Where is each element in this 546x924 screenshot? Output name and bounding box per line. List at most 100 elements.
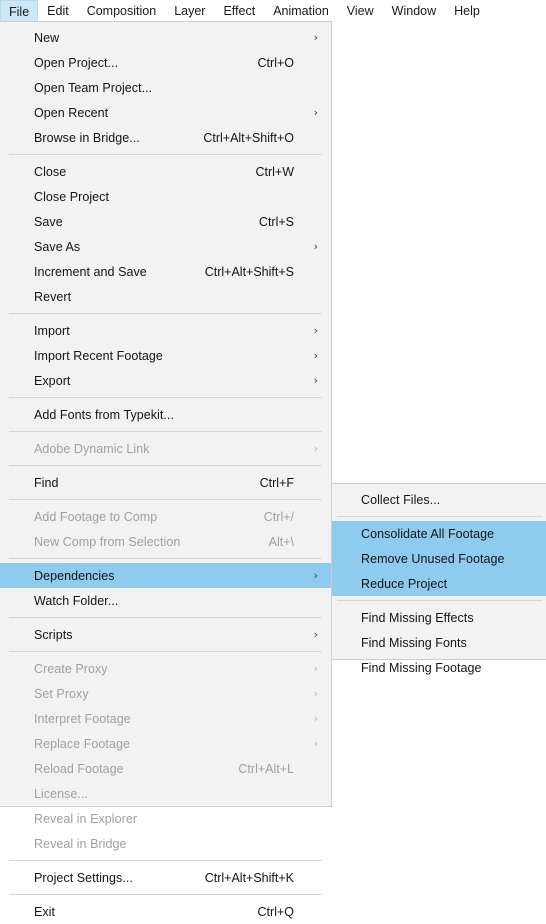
- menu-item-label: Watch Folder...: [34, 593, 119, 608]
- menu-separator: [9, 465, 322, 466]
- menu-separator: [337, 600, 542, 601]
- menu-separator: [9, 397, 322, 398]
- menu-item-export[interactable]: Export ›: [0, 368, 331, 393]
- menu-item-label: New Comp from Selection: [34, 534, 181, 549]
- chevron-right-icon: ›: [313, 240, 318, 253]
- chevron-right-icon: ›: [313, 442, 318, 455]
- menu-item-label: Reveal in Bridge: [34, 836, 127, 851]
- menu-item-dependencies[interactable]: Dependencies ›: [0, 563, 331, 588]
- chevron-right-icon: ›: [313, 324, 318, 337]
- menu-item-browse-in-bridge[interactable]: Browse in Bridge...Ctrl+Alt+Shift+O›: [0, 125, 331, 150]
- menu-separator: [9, 894, 322, 895]
- menu-item-shortcut: Ctrl+Alt+Shift+O: [203, 130, 294, 145]
- menu-item-label: Interpret Footage: [34, 711, 131, 726]
- menu-item-label: Reduce Project: [361, 576, 448, 591]
- menubar-item-view[interactable]: View: [338, 0, 383, 21]
- menu-item-revert[interactable]: Revert›: [0, 284, 331, 309]
- menu-item-label: Create Proxy: [34, 661, 108, 676]
- menu-item-label: Set Proxy: [34, 686, 89, 701]
- menu-item-consolidate-all-footage[interactable]: Consolidate All Footage›: [332, 521, 546, 546]
- menu-item-reveal-in-explorer: Reveal in Explorer›: [0, 806, 331, 831]
- menu-item-find[interactable]: FindCtrl+F›: [0, 470, 331, 495]
- menu-item-label: Open Project...: [34, 55, 119, 70]
- chevron-right-icon: ›: [313, 687, 318, 700]
- menu-item-label: Open Team Project...: [34, 80, 153, 95]
- menu-item-label: Export: [34, 373, 71, 388]
- menu-separator: [9, 499, 322, 500]
- menu-item-collect-files[interactable]: Collect Files...›: [332, 487, 546, 512]
- menu-item-label: Reload Footage: [34, 761, 124, 776]
- menu-item-label: Increment and Save: [34, 264, 147, 279]
- menu-item-remove-unused-footage[interactable]: Remove Unused Footage›: [332, 546, 546, 571]
- menu-separator: [9, 860, 322, 861]
- menu-item-label: Adobe Dynamic Link: [34, 441, 150, 456]
- menu-item-import[interactable]: Import ›: [0, 318, 331, 343]
- menubar-item-animation[interactable]: Animation: [264, 0, 338, 21]
- menu-item-watch-folder[interactable]: Watch Folder...›: [0, 588, 331, 613]
- menu-item-set-proxy: Set Proxy ›: [0, 681, 331, 706]
- menu-item-replace-footage: Replace Footage ›: [0, 731, 331, 756]
- menu-item-open-recent[interactable]: Open Recent ›: [0, 100, 331, 125]
- menu-item-label: Browse in Bridge...: [34, 130, 140, 145]
- menu-item-label: Add Fonts from Typekit...: [34, 407, 174, 422]
- menu-item-close-project[interactable]: Close Project›: [0, 184, 331, 209]
- menu-item-label: Reveal in Explorer: [34, 811, 138, 826]
- menu-item-save[interactable]: SaveCtrl+S›: [0, 209, 331, 234]
- menu-item-label: Import: [34, 323, 70, 338]
- menu-item-find-missing-footage[interactable]: Find Missing Footage›: [332, 655, 546, 680]
- menu-item-shortcut: Ctrl+S: [258, 214, 294, 229]
- menu-item-close[interactable]: CloseCtrl+W›: [0, 159, 331, 184]
- menu-item-create-proxy: Create Proxy ›: [0, 656, 331, 681]
- menu-item-open-project[interactable]: Open Project...Ctrl+O›: [0, 50, 331, 75]
- chevron-right-icon: ›: [313, 737, 318, 750]
- menu-item-label: Find: [34, 475, 59, 490]
- chevron-right-icon: ›: [313, 106, 318, 119]
- menu-item-interpret-footage: Interpret Footage ›: [0, 706, 331, 731]
- chevron-right-icon: ›: [313, 569, 318, 582]
- menu-item-exit[interactable]: ExitCtrl+Q›: [0, 899, 331, 924]
- menu-item-label: Find Missing Effects: [361, 610, 474, 625]
- menu-item-add-fonts-from-typekit[interactable]: Add Fonts from Typekit...›: [0, 402, 331, 427]
- menu-separator: [9, 617, 322, 618]
- menu-item-project-settings[interactable]: Project Settings...Ctrl+Alt+Shift+K›: [0, 865, 331, 890]
- menubar-item-file[interactable]: File: [0, 0, 39, 22]
- dependencies-submenu: Collect Files...› Consolidate All Footage…: [331, 483, 546, 675]
- menu-item-open-team-project[interactable]: Open Team Project...›: [0, 75, 331, 100]
- chevron-right-icon: ›: [313, 31, 318, 44]
- menu-bar: File Edit Composition Layer Effect Animation V…: [0, 0, 546, 22]
- chevron-right-icon: ›: [313, 662, 318, 675]
- menu-item-save-as[interactable]: Save As ›: [0, 234, 331, 259]
- menubar-item-edit[interactable]: Edit: [38, 0, 78, 21]
- menu-item-label: Find Missing Fonts: [361, 635, 467, 650]
- menu-item-shortcut: Ctrl+Alt+L: [238, 761, 294, 776]
- menu-item-label: Consolidate All Footage: [361, 526, 495, 541]
- menu-item-scripts[interactable]: Scripts ›: [0, 622, 331, 647]
- menu-item-label: Add Footage to Comp: [34, 509, 158, 524]
- menu-item-add-footage-to-comp: Add Footage to CompCtrl+/›: [0, 504, 331, 529]
- menu-item-label: Close Project: [34, 189, 109, 204]
- chevron-right-icon: ›: [313, 349, 318, 362]
- menu-item-find-missing-effects[interactable]: Find Missing Effects›: [332, 605, 546, 630]
- menu-separator: [9, 154, 322, 155]
- menubar-item-window[interactable]: Window: [383, 0, 445, 21]
- menu-item-new[interactable]: New ›: [0, 25, 331, 50]
- menu-item-label: Find Missing Footage: [361, 660, 482, 675]
- menu-item-import-recent-footage[interactable]: Import Recent Footage ›: [0, 343, 331, 368]
- menubar-item-help[interactable]: Help: [445, 0, 489, 21]
- menubar-item-effect[interactable]: Effect: [214, 0, 264, 21]
- menu-item-increment-and-save[interactable]: Increment and SaveCtrl+Alt+Shift+S›: [0, 259, 331, 284]
- menu-item-label: Remove Unused Footage: [361, 551, 505, 566]
- menubar-item-layer[interactable]: Layer: [165, 0, 214, 21]
- menu-item-label: Close: [34, 164, 67, 179]
- menu-item-shortcut: Ctrl+/: [263, 509, 294, 524]
- menu-item-reveal-in-bridge: Reveal in Bridge›: [0, 831, 331, 856]
- menu-item-shortcut: Ctrl+F: [259, 475, 294, 490]
- menubar-item-composition[interactable]: Composition: [78, 0, 165, 21]
- menu-separator: [9, 313, 322, 314]
- menu-item-label: Dependencies: [34, 568, 115, 583]
- menu-item-label: Open Recent: [34, 105, 109, 120]
- chevron-right-icon: ›: [313, 712, 318, 725]
- menu-item-find-missing-fonts[interactable]: Find Missing Fonts›: [332, 630, 546, 655]
- menu-item-label: License...: [34, 786, 89, 801]
- menu-item-reduce-project[interactable]: Reduce Project›: [332, 571, 546, 596]
